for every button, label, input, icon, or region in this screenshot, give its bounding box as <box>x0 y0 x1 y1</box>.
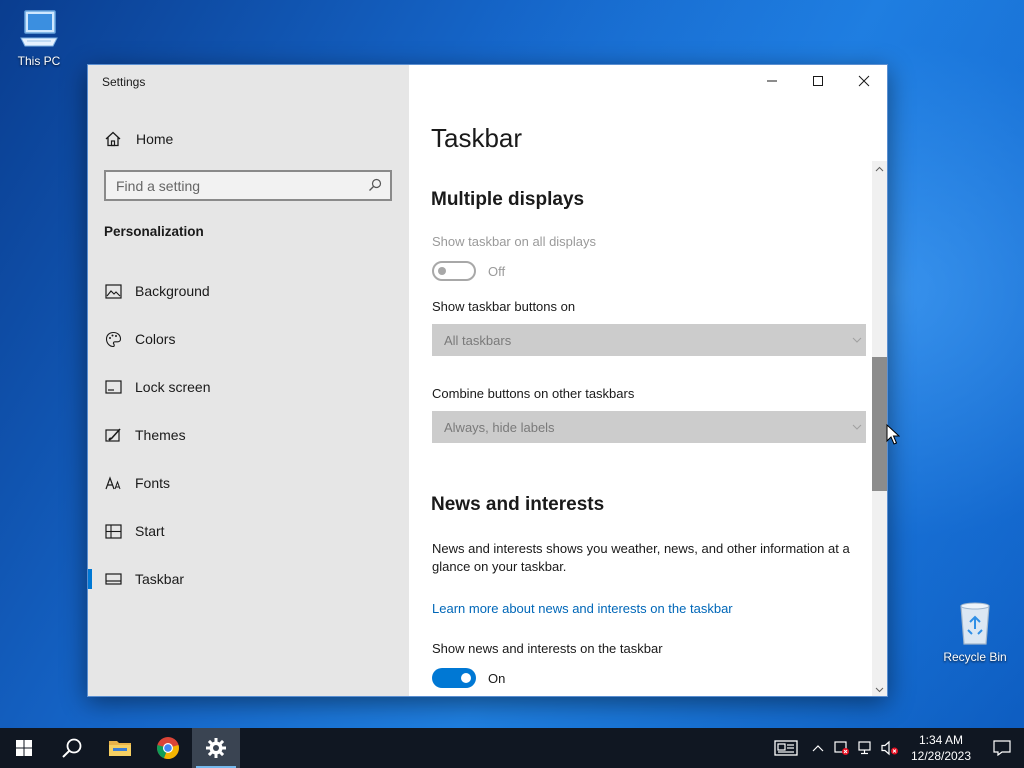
news-description: News and interests shows you weather, ne… <box>432 541 850 574</box>
home-icon <box>105 131 121 147</box>
volume-muted-icon <box>881 740 898 756</box>
chevron-up-icon <box>812 745 824 752</box>
sidebar-item-colors[interactable]: Colors <box>88 315 409 363</box>
settings-window: Settings Home Personalization Background <box>87 64 888 697</box>
search-input[interactable] <box>116 177 361 194</box>
action-center-button[interactable] <box>980 728 1024 768</box>
sidebar-item-lock-screen[interactable]: Lock screen <box>88 363 409 411</box>
start-button[interactable] <box>0 728 48 768</box>
file-explorer-icon <box>109 741 131 756</box>
taskbar-buttons-on-label: Show taskbar buttons on <box>432 299 576 314</box>
settings-taskbar-button[interactable] <box>192 728 240 768</box>
show-news-label: Show news and interests on the taskbar <box>432 641 663 656</box>
dropdown-value: All taskbars <box>444 332 512 348</box>
sidebar-item-start[interactable]: Start <box>88 507 409 555</box>
maximize-icon <box>813 76 823 86</box>
content-pane: Taskbar Multiple displays Show taskbar o… <box>409 65 887 696</box>
sidebar-item-label: Home <box>136 131 174 147</box>
taskbar-clock[interactable]: 1:34 AM 12/28/2023 <box>902 732 980 764</box>
file-explorer-button[interactable] <box>96 728 144 768</box>
sidebar-item-label: Start <box>135 523 165 539</box>
sidebar: Settings Home Personalization Background <box>88 65 409 696</box>
show-hidden-icons-button[interactable] <box>806 728 830 768</box>
recycle-bin-icon <box>960 602 990 645</box>
section-heading-multiple-displays: Multiple displays <box>431 189 585 210</box>
chrome-icon <box>157 737 179 760</box>
scroll-up-icon[interactable] <box>875 165 884 174</box>
show-news-toggle[interactable] <box>432 668 476 688</box>
palette-icon <box>104 330 122 348</box>
page-title: Taskbar <box>431 123 523 153</box>
notification-icon <box>993 740 1011 756</box>
taskbar-search-button[interactable] <box>48 728 96 768</box>
learn-more-news-link[interactable]: Learn more about news and interests on t… <box>432 601 733 616</box>
system-tray: 1:34 AM 12/28/2023 <box>766 728 1024 768</box>
search-icon[interactable] <box>368 178 382 192</box>
security-alert-icon <box>834 741 849 755</box>
search-box[interactable] <box>104 170 392 201</box>
chevron-down-icon <box>852 337 862 343</box>
news-icon <box>774 740 798 756</box>
section-heading-news-interests: News and interests <box>431 494 605 515</box>
sidebar-item-label: Fonts <box>135 475 171 491</box>
close-button[interactable] <box>841 65 887 97</box>
combine-buttons-label: Combine buttons on other taskbars <box>432 386 635 401</box>
show-taskbar-all-displays-label: Show taskbar on all displays <box>432 234 597 249</box>
themes-icon <box>104 426 122 444</box>
chevron-down-icon <box>852 424 862 430</box>
vertical-scrollbar[interactable] <box>872 161 887 696</box>
app-title: Settings <box>102 75 146 89</box>
picture-icon <box>104 282 122 300</box>
scrollbar-thumb[interactable] <box>872 357 887 491</box>
close-icon <box>858 75 870 87</box>
desktop-icon-recycle-bin[interactable]: Recycle Bin <box>940 600 1010 664</box>
sidebar-item-label: Background <box>135 283 210 299</box>
lock-screen-icon <box>104 378 122 396</box>
window-controls <box>749 65 887 97</box>
minimize-icon <box>767 80 777 82</box>
volume-tray-button[interactable] <box>878 728 902 768</box>
sidebar-item-home[interactable]: Home <box>104 128 173 150</box>
dropdown-value: Always, hide labels <box>444 419 555 435</box>
taskbar: 1:34 AM 12/28/2023 <box>0 728 1024 768</box>
search-icon <box>62 738 82 758</box>
start-icon <box>104 522 122 540</box>
desktop-icon-label: Recycle Bin <box>943 650 1007 664</box>
toggle-knob <box>461 673 471 683</box>
sidebar-item-label: Themes <box>135 427 186 443</box>
sidebar-nav: Background Colors Lock screen Themes Fon… <box>88 267 409 603</box>
toggle-state-text: On <box>488 671 506 686</box>
settings-gear-icon <box>206 738 226 758</box>
toggle-state-text: Off <box>488 264 506 279</box>
network-icon <box>858 741 871 755</box>
sidebar-item-background[interactable]: Background <box>88 267 409 315</box>
sidebar-item-label: Colors <box>135 331 176 347</box>
clock-date: 12/28/2023 <box>910 749 972 763</box>
desktop-icon-this-pc[interactable]: This PC <box>4 8 74 68</box>
chrome-button[interactable] <box>144 728 192 768</box>
desktop-icon-label: This PC <box>17 54 61 68</box>
taskbar-buttons-on-dropdown[interactable]: All taskbars <box>432 324 866 356</box>
network-tray-button[interactable] <box>854 728 878 768</box>
scroll-down-icon[interactable] <box>875 685 884 694</box>
fonts-icon <box>104 474 122 492</box>
security-tray-button[interactable] <box>830 728 854 768</box>
taskbar-icon <box>104 570 122 588</box>
maximize-button[interactable] <box>795 65 841 97</box>
sidebar-item-themes[interactable]: Themes <box>88 411 409 459</box>
news-interests-button[interactable] <box>766 728 806 768</box>
combine-buttons-dropdown[interactable]: Always, hide labels <box>432 411 866 443</box>
show-taskbar-all-displays-toggle[interactable] <box>432 261 476 281</box>
computer-icon <box>20 10 58 47</box>
sidebar-item-taskbar[interactable]: Taskbar <box>88 555 409 603</box>
minimize-button[interactable] <box>749 65 795 97</box>
toggle-knob <box>438 267 446 275</box>
windows-start-icon <box>16 740 32 756</box>
section-label: Personalization <box>104 224 204 239</box>
sidebar-item-fonts[interactable]: Fonts <box>88 459 409 507</box>
mouse-cursor-icon <box>886 424 900 445</box>
sidebar-item-label: Lock screen <box>135 379 211 395</box>
sidebar-item-label: Taskbar <box>135 571 185 587</box>
clock-time: 1:34 AM <box>918 733 964 747</box>
